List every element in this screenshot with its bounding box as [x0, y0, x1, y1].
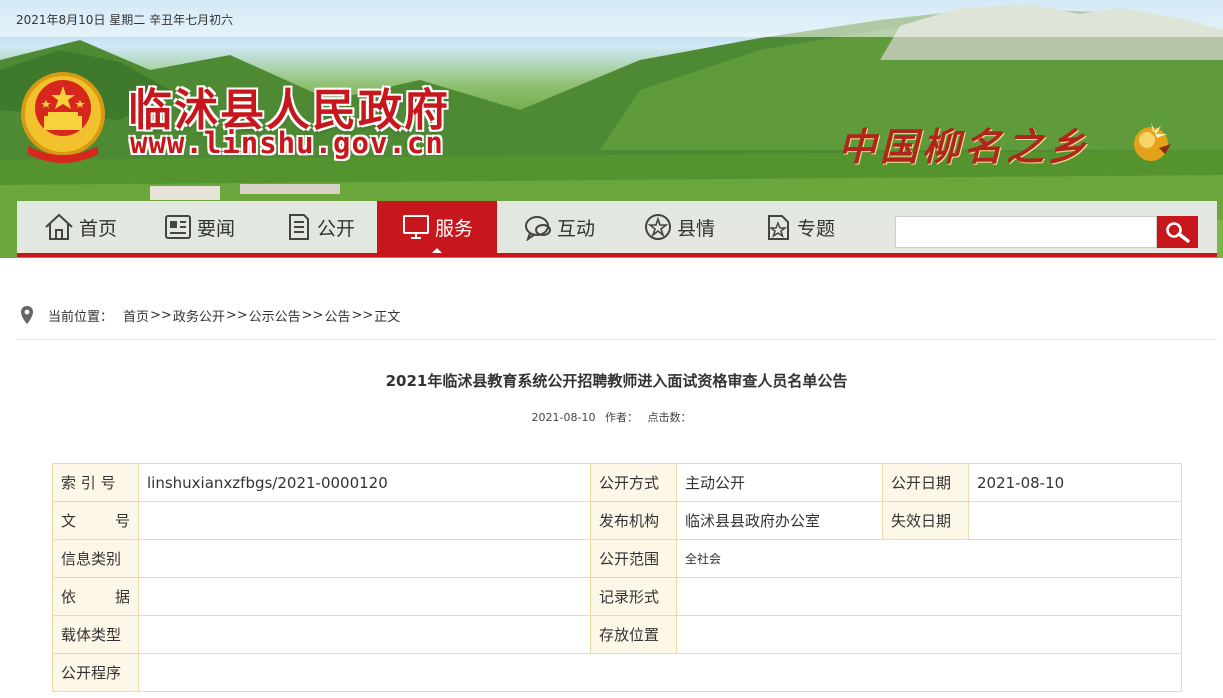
nav-interact[interactable]: 互动	[523, 201, 633, 253]
doc-no-value	[138, 501, 591, 540]
computer-icon	[403, 215, 429, 239]
nav-county[interactable]: 县情	[643, 201, 753, 253]
table-row: 依 据 记录形式	[52, 577, 1182, 616]
sparkle-fruit-icon	[1134, 122, 1171, 161]
search-icon	[1165, 222, 1190, 243]
expiry-value	[968, 501, 1182, 540]
record-form-label: 记录形式	[590, 577, 677, 616]
scope-value: 全社会	[676, 539, 1182, 578]
article-clicks-label: 点击数：	[647, 411, 692, 424]
breadcrumb-separator: >>	[351, 307, 374, 323]
breadcrumb-current: 正文	[374, 309, 401, 325]
open-date-label: 公开日期	[882, 463, 969, 502]
site-slogan: 中国柳名之乡	[838, 124, 1091, 169]
breadcrumb-gov-open[interactable]: 政务公开	[173, 306, 225, 325]
open-mode-label: 公开方式	[590, 463, 677, 502]
nav-news-label: 要闻	[197, 217, 236, 240]
nav-news[interactable]: 要闻	[163, 201, 273, 253]
procedure-value	[138, 653, 1182, 692]
article-meta: 2021-08-10 作者： 点击数：	[0, 409, 1223, 425]
nav-open-label: 公开	[317, 217, 356, 240]
table-row: 信息类别 公开范围 全社会	[52, 539, 1182, 578]
national-emblem-icon	[21, 72, 105, 163]
nav-service[interactable]: 服务	[377, 201, 497, 253]
breadcrumb-home[interactable]: 首页	[123, 306, 149, 325]
chat-icon	[525, 216, 551, 241]
location-pin-icon	[21, 306, 33, 324]
storage-value	[676, 615, 1182, 654]
publisher-label: 发布机构	[590, 501, 677, 540]
index-no-label: 索 引 号	[52, 463, 139, 502]
home-icon	[45, 213, 73, 240]
info-table: 索 引 号 linshuxianxzfbgs/2021-0000120 公开方式…	[52, 463, 1182, 692]
category-label: 信息类别	[52, 539, 139, 578]
table-row: 公开程序	[52, 653, 1182, 692]
breadcrumb-separator: >>	[301, 307, 324, 323]
nav-interact-label: 互动	[557, 217, 596, 240]
carrier-label: 载体类型	[52, 615, 139, 654]
doc-no-label-text: 文 号	[61, 512, 130, 530]
site-url: www.linshu.gov.cn	[130, 126, 444, 160]
folder-star-icon	[768, 215, 789, 240]
article-author-label: 作者：	[604, 411, 638, 424]
breadcrumb: 当前位置： 首页 >> 政务公开 >> 公示公告 >> 公告 >> 正文	[20, 304, 400, 326]
breadcrumb-notices[interactable]: 公示公告	[249, 306, 301, 325]
current-date: 2021年8月10日 星期二 辛丑年七月初六	[16, 13, 234, 27]
publisher-value: 临沭县县政府办公室	[676, 501, 883, 540]
scope-label: 公开范围	[590, 539, 677, 578]
breadcrumb-separator: >>	[225, 307, 248, 323]
search-input[interactable]	[895, 216, 1157, 248]
search-button[interactable]	[1157, 216, 1198, 248]
open-date-value: 2021-08-10	[968, 463, 1182, 502]
table-row: 索 引 号 linshuxianxzfbgs/2021-0000120 公开方式…	[52, 463, 1182, 502]
procedure-label: 公开程序	[52, 653, 139, 692]
category-value	[138, 539, 591, 578]
basis-value	[138, 577, 591, 616]
nav-county-label: 县情	[677, 217, 716, 240]
record-form-value	[676, 577, 1182, 616]
expiry-label: 失效日期	[882, 501, 969, 540]
nav-topics-label: 专题	[797, 217, 836, 240]
breadcrumb-divider	[16, 339, 1217, 340]
breadcrumb-separator: >>	[150, 307, 172, 323]
breadcrumb-label: 当前位置：	[48, 309, 114, 325]
news-icon	[165, 215, 191, 239]
star-icon	[645, 214, 671, 240]
date-bar: 2021年8月10日 星期二 辛丑年七月初六	[0, 0, 1223, 37]
article-date: 2021-08-10	[531, 411, 596, 424]
nav-home[interactable]: 首页	[43, 201, 153, 253]
carrier-value	[138, 615, 591, 654]
main-nav: 首页 要闻 公开 服务 互动 县情 专题	[17, 201, 1217, 257]
doc-no-label: 文 号	[52, 501, 139, 540]
nav-home-label: 首页	[79, 217, 118, 240]
table-row: 载体类型 存放位置	[52, 615, 1182, 654]
nav-service-label: 服务	[435, 217, 474, 240]
nav-topics[interactable]: 专题	[763, 201, 873, 253]
article-title: 2021年临沭县教育系统公开招聘教师进入面试资格审查人员名单公告	[385, 372, 848, 390]
table-row: 文 号 发布机构 临沭县县政府办公室 失效日期	[52, 501, 1182, 540]
index-no-value: linshuxianxzfbgs/2021-0000120	[138, 463, 591, 502]
site-banner: 2021年8月10日 星期二 辛丑年七月初六 临沭县人民政府 www.linsh…	[0, 0, 1223, 258]
storage-label: 存放位置	[590, 615, 677, 654]
document-icon	[289, 214, 309, 240]
open-mode-value: 主动公开	[676, 463, 883, 502]
breadcrumb-announcement[interactable]: 公告	[324, 306, 350, 325]
basis-label: 依 据	[52, 577, 139, 616]
basis-label-text: 依 据	[61, 588, 130, 606]
